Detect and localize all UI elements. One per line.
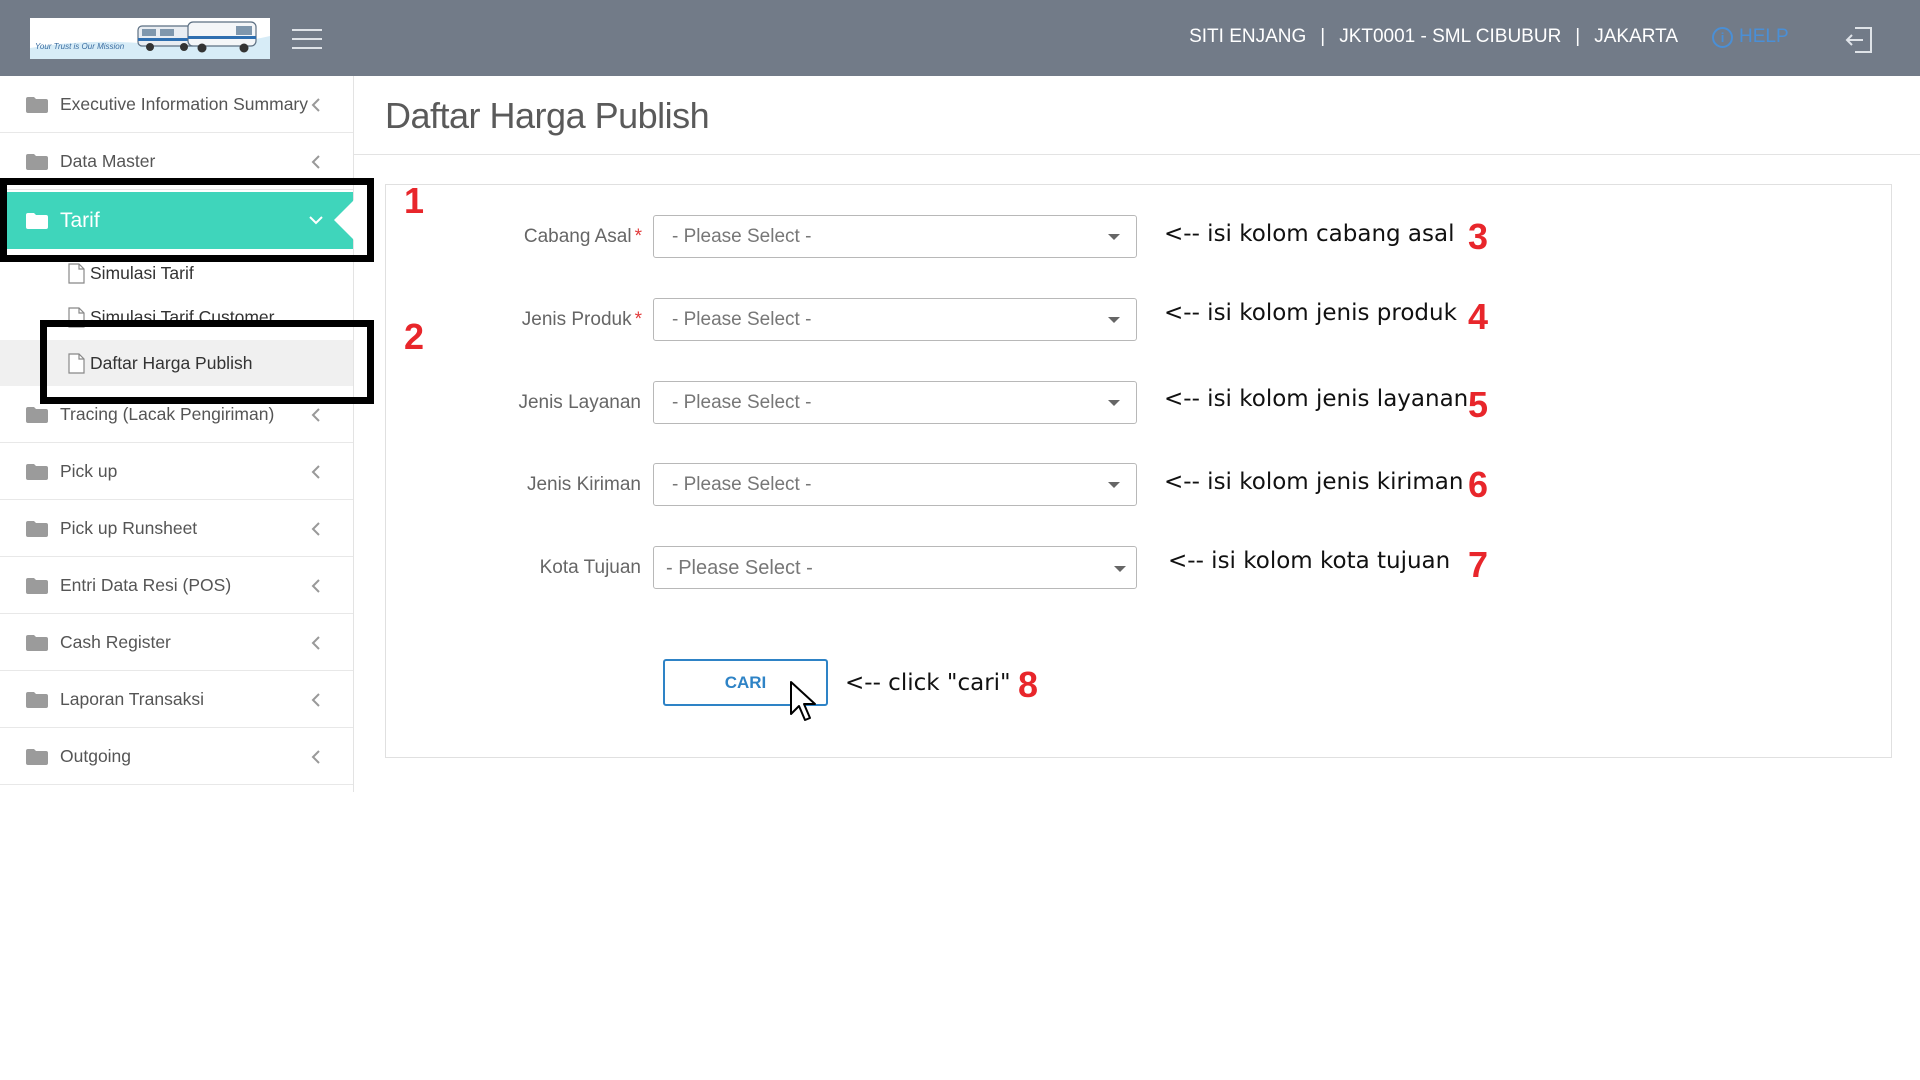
logo-vehicles-image — [30, 18, 270, 59]
sidebar-item-label: Executive Information Summary — [60, 93, 309, 114]
divider — [354, 154, 1920, 155]
jenis-produk-label: Jenis Produk * — [522, 309, 642, 331]
instruction-note: <-- isi kolom kota tujuan — [1168, 548, 1451, 574]
chevron-left-icon — [311, 636, 320, 650]
sidebar-subitem-label: Simulasi Tarif — [90, 263, 194, 283]
folder-icon — [26, 407, 48, 423]
jenis-kiriman-label: Jenis Kiriman — [526, 474, 641, 495]
sidebar-item-pick-up[interactable]: Pick up — [0, 443, 353, 500]
cabang-asal-label: Cabang Asal * — [524, 226, 642, 248]
instruction-note: <-- click "cari" — [845, 670, 1011, 696]
user-info: SITI ENJANG | JKT0001 - SML CIBUBUR | JAKART… — [1189, 26, 1678, 48]
folder-icon — [26, 97, 48, 113]
kota-tujuan-label: Kota Tujuan — [539, 557, 641, 578]
cabang-asal-select[interactable]: - Please Select - — [653, 215, 1137, 258]
sidebar-item-label: Data Master — [60, 150, 156, 171]
folder-icon — [26, 635, 48, 651]
select-value: - Please Select - — [672, 392, 812, 413]
kota-tujuan-select[interactable]: - Please Select - — [653, 546, 1137, 589]
caret-down-icon — [1108, 482, 1120, 488]
separator: | — [1575, 26, 1581, 47]
city-name: JAKARTA — [1594, 26, 1678, 47]
step-number: 8 — [1018, 664, 1039, 705]
folder-icon — [26, 154, 48, 170]
step-number: 5 — [1468, 384, 1489, 425]
mouse-cursor-icon — [790, 681, 816, 721]
chevron-left-icon — [311, 522, 320, 536]
step-number: 4 — [1468, 296, 1489, 337]
jenis-layanan-label: Jenis Layanan — [518, 392, 641, 413]
folder-icon — [26, 749, 48, 765]
logo-tagline: Your Trust is Our Mission — [35, 42, 125, 51]
required-mark: * — [634, 309, 642, 330]
sidebar-item-label: Pick up Runsheet — [60, 517, 198, 538]
step-number: 3 — [1468, 216, 1489, 257]
sidebar-item-label: Cash Register — [60, 631, 171, 652]
sidebar-item-cash-register[interactable]: Cash Register — [0, 614, 353, 671]
chevron-left-icon — [311, 408, 320, 422]
step-number: 6 — [1468, 464, 1489, 505]
sidebar-item-label: Pick up — [60, 460, 118, 481]
document-icon — [68, 263, 85, 284]
branch-name: JKT0001 - SML CIBUBUR — [1339, 26, 1562, 47]
chevron-left-icon — [311, 155, 320, 169]
field-label-text: Cabang Asal — [523, 226, 632, 247]
menu-toggle-icon[interactable] — [292, 29, 322, 51]
chevron-left-icon — [311, 579, 320, 593]
chevron-left-icon — [311, 693, 320, 707]
folder-icon — [26, 692, 48, 708]
company-logo[interactable]: Your Trust is Our Mission — [30, 18, 270, 59]
help-label: HELP — [1739, 26, 1789, 47]
folder-icon — [26, 521, 48, 537]
caret-down-icon — [1108, 400, 1120, 406]
select-value: - Please Select - — [672, 226, 812, 247]
sidebar-item-label: Laporan Transaksi — [60, 688, 204, 709]
info-circle-icon: i — [1712, 26, 1733, 48]
sidebar-item-laporan-transaksi[interactable]: Laporan Transaksi — [0, 671, 353, 728]
caret-down-icon — [1108, 317, 1120, 323]
instruction-note: <-- isi kolom cabang asal — [1164, 221, 1455, 247]
caret-down-icon — [1114, 566, 1126, 572]
highlight-box-daftar-harga-publish — [40, 320, 374, 404]
sidebar-item-executive-information-summary[interactable]: Executive Information Summary — [0, 76, 353, 133]
help-button[interactable]: i HELP — [1712, 26, 1789, 48]
sidebar-item-entri-data-resi[interactable]: Entri Data Resi (POS) — [0, 557, 353, 614]
folder-icon — [26, 464, 48, 480]
sidebar-item-label: Tracing (Lacak Pengiriman) — [60, 403, 275, 424]
chevron-left-icon — [311, 465, 320, 479]
logout-button[interactable] — [1845, 25, 1875, 59]
step-number: 7 — [1468, 544, 1489, 585]
step-number: 1 — [404, 180, 425, 221]
sidebar-item-label: Entri Data Resi (POS) — [60, 574, 232, 595]
top-bar: Your Trust is Our Mission SITI ENJANG | JK… — [0, 0, 1920, 76]
instruction-note: <-- isi kolom jenis layanan — [1164, 386, 1469, 412]
sidebar-item-outgoing[interactable]: Outgoing — [0, 728, 353, 785]
sidebar-item-pick-up-runsheet[interactable]: Pick up Runsheet — [0, 500, 353, 557]
chevron-left-icon — [311, 98, 320, 112]
step-number: 2 — [404, 316, 425, 357]
sidebar-item-label: Outgoing — [60, 745, 132, 766]
jenis-kiriman-select[interactable]: - Please Select - — [653, 463, 1137, 506]
required-mark: * — [634, 226, 642, 247]
jenis-produk-select[interactable]: - Please Select - — [653, 298, 1137, 341]
separator: | — [1320, 26, 1326, 47]
chevron-left-icon — [311, 750, 320, 764]
caret-down-icon — [1108, 234, 1120, 240]
jenis-layanan-select[interactable]: - Please Select - — [653, 381, 1137, 424]
instruction-note: <-- isi kolom jenis produk — [1164, 300, 1457, 326]
select-value: - Please Select - — [672, 474, 812, 495]
folder-icon — [26, 578, 48, 594]
select-value: - Please Select - — [666, 557, 813, 579]
page-title: Daftar Harga Publish — [385, 95, 710, 136]
user-name: SITI ENJANG — [1189, 26, 1307, 47]
instruction-note: <-- isi kolom jenis kiriman — [1164, 469, 1464, 495]
select-value: - Please Select - — [672, 309, 812, 330]
highlight-box-tarif — [0, 178, 374, 262]
field-label-text: Jenis Produk — [521, 309, 632, 330]
logout-icon — [1845, 27, 1872, 53]
filter-form-panel — [385, 184, 1892, 758]
